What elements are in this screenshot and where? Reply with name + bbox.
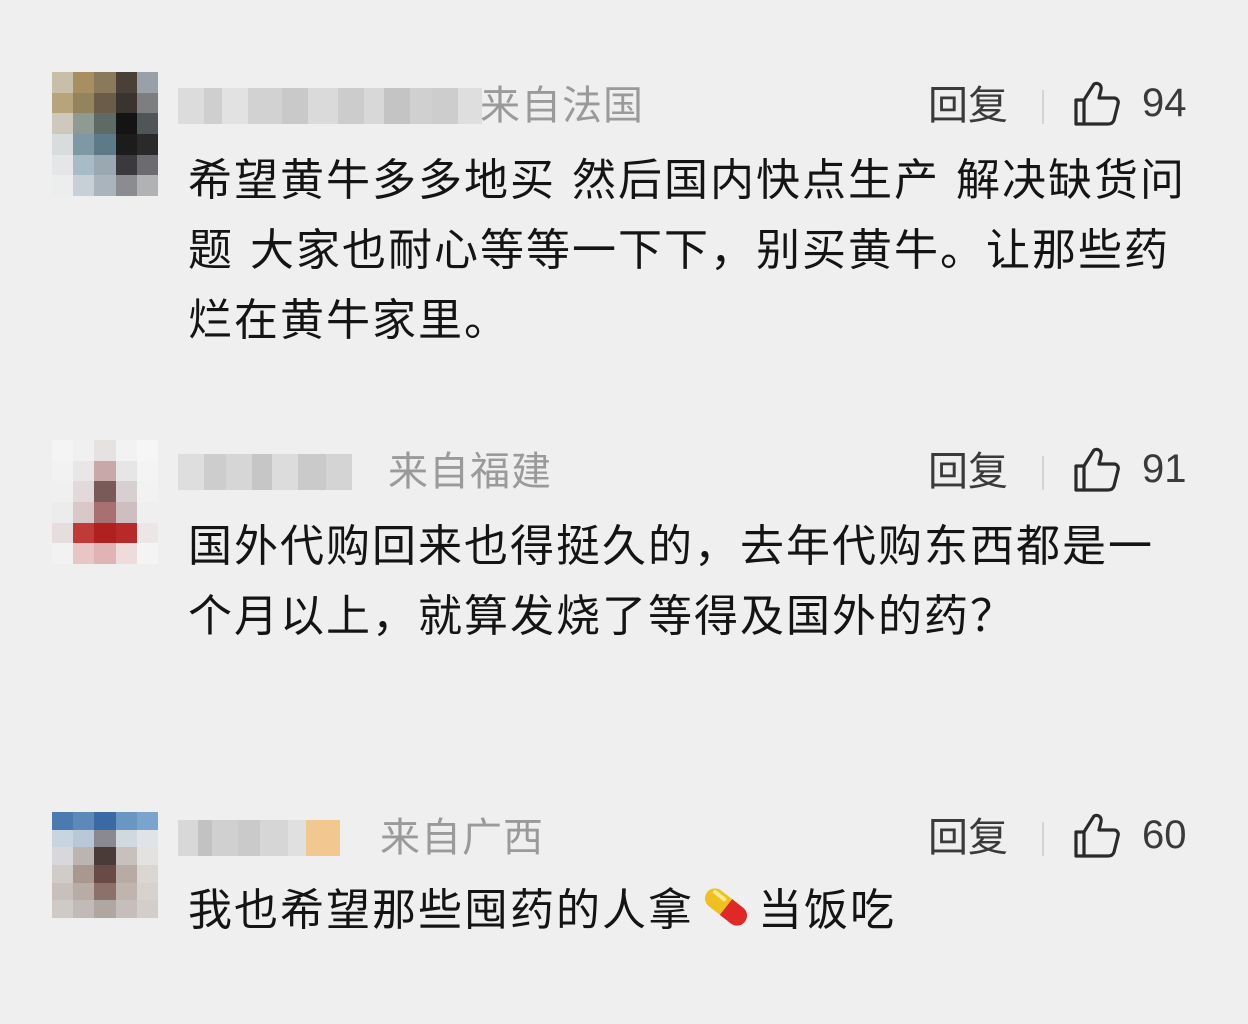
comment-text: 国外代购回来也得挺久的，去年代购东西都是一个月以上，就算发烧了等得及国外的药？ xyxy=(188,521,1154,642)
location-label: 来自法国 xyxy=(480,83,644,129)
location-label: 来自福建 xyxy=(388,449,552,495)
divider xyxy=(1042,456,1044,490)
username-blurred[interactable] xyxy=(178,452,352,492)
comment-text-part: 当饭吃 xyxy=(758,885,896,936)
username-blurred[interactable] xyxy=(178,86,482,126)
comment-text-part: 我也希望那些囤药的人拿 xyxy=(188,885,694,936)
avatar[interactable] xyxy=(52,440,158,564)
location-label: 来自广西 xyxy=(380,815,544,861)
thumbs-up-icon xyxy=(1074,81,1120,126)
reply-button[interactable]: 回复 xyxy=(928,450,1008,494)
comment-text: 我也希望那些囤药的人拿 当饭吃 xyxy=(188,876,1188,946)
thumbs-up-icon xyxy=(1074,813,1120,858)
divider xyxy=(1042,90,1044,124)
like-count: 60 xyxy=(1142,813,1187,857)
like-count: 94 xyxy=(1142,81,1187,125)
like-button[interactable]: 60 xyxy=(1072,810,1187,860)
like-button[interactable]: 91 xyxy=(1072,444,1187,494)
thumbs-up-icon xyxy=(1074,447,1120,492)
avatar[interactable] xyxy=(52,812,158,918)
avatar[interactable] xyxy=(52,72,158,196)
comment-text: 希望黄牛多多地买 然后国内快点生产 解决缺货问题 大家也耐心等等一下下，别买黄牛… xyxy=(188,155,1186,346)
like-count: 91 xyxy=(1142,447,1187,491)
pill-emoji xyxy=(704,888,748,926)
username-blurred[interactable] xyxy=(178,818,340,858)
divider xyxy=(1042,822,1044,856)
reply-button[interactable]: 回复 xyxy=(928,84,1008,128)
reply-button[interactable]: 回复 xyxy=(928,816,1008,860)
like-button[interactable]: 94 xyxy=(1072,78,1187,128)
